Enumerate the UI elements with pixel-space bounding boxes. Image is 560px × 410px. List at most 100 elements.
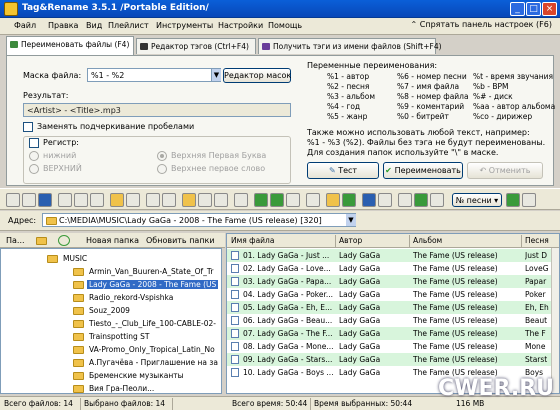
image-icon[interactable] bbox=[430, 193, 444, 207]
case-checkbox[interactable] bbox=[29, 138, 39, 148]
folder-icon bbox=[73, 385, 84, 393]
mask-dropdown-arrow-icon[interactable]: ▼ bbox=[211, 69, 221, 81]
table-row[interactable]: 08. Lady GaGa - Mone... Lady GaGa The Fame… bbox=[227, 340, 559, 353]
song-number-dropdown[interactable]: № песни ▾ bbox=[452, 193, 502, 207]
tree-item[interactable]: Бременские музыканты bbox=[1, 370, 221, 383]
play-next-icon[interactable] bbox=[270, 193, 284, 207]
hide-settings-panel-button[interactable]: ⌃ Спрятать панель настроек (F6) bbox=[411, 20, 553, 29]
tree-item[interactable]: VA-Promo_Only_Tropical_Latin_No bbox=[1, 344, 221, 357]
music-note-icon[interactable] bbox=[306, 193, 320, 207]
window-icon[interactable] bbox=[362, 193, 376, 207]
tree-item-label: MUSIC bbox=[63, 254, 88, 263]
tree-item[interactable]: Вия Гра-Пеоли... bbox=[1, 383, 221, 393]
table-cell: Lady GaGa bbox=[339, 277, 381, 286]
grid-vertical-scrollbar[interactable] bbox=[551, 248, 559, 393]
copy-icon[interactable] bbox=[90, 193, 104, 207]
undo-button[interactable]: ↶ Отменить bbox=[467, 162, 543, 179]
play-icon[interactable] bbox=[254, 193, 268, 207]
web-icon[interactable] bbox=[342, 193, 356, 207]
playlist-icon[interactable] bbox=[182, 193, 196, 207]
column-header-album[interactable]: Альбом bbox=[413, 236, 442, 245]
column-header-artist[interactable]: Автор bbox=[339, 236, 362, 245]
cascade-icon[interactable] bbox=[398, 193, 412, 207]
table-row[interactable]: 02. Lady GaGa - Love... Lady GaGa The Fame… bbox=[227, 262, 559, 275]
menu-playlist[interactable]: Плейлист bbox=[108, 21, 149, 30]
address-dropdown-arrow-icon[interactable]: ▼ bbox=[346, 214, 356, 226]
tree-item[interactable]: Souz_2009 bbox=[1, 305, 221, 318]
pencil-icon[interactable] bbox=[198, 193, 212, 207]
cd-icon[interactable] bbox=[326, 193, 340, 207]
stop-icon[interactable] bbox=[286, 193, 300, 207]
title-bar: Tag&Rename 3.5.1 /Portable Edition/ _ □ … bbox=[0, 0, 560, 18]
test-button[interactable]: ✎ Тест bbox=[307, 162, 379, 179]
minimize-button[interactable]: _ bbox=[510, 2, 525, 16]
var-item: %5 - жанр bbox=[327, 112, 368, 121]
table-cell: The Fame (US release) bbox=[413, 277, 498, 286]
open-folder-icon[interactable] bbox=[110, 193, 124, 207]
delete-icon[interactable] bbox=[74, 193, 88, 207]
table-row[interactable]: 09. Lady GaGa - Stars... Lady GaGa The Fam… bbox=[227, 353, 559, 366]
update-folders-button[interactable]: Обновить папки bbox=[146, 236, 215, 245]
folder-up-icon[interactable] bbox=[36, 237, 47, 245]
windows-icon[interactable] bbox=[378, 193, 392, 207]
tree-item[interactable]: Trainspotting ST bbox=[1, 331, 221, 344]
tree-item[interactable]: Armin_Van_Buuren-A_State_Of_Tr bbox=[1, 266, 221, 279]
tab-label: Редактор тэгов (Ctrl+F4) bbox=[151, 42, 249, 51]
tag-icon[interactable] bbox=[126, 193, 140, 207]
undo-tag-icon[interactable] bbox=[22, 193, 36, 207]
close-button[interactable]: × bbox=[542, 2, 557, 16]
menu-settings[interactable]: Настройки bbox=[218, 21, 263, 30]
favorites-icon[interactable] bbox=[58, 235, 70, 246]
move-up-icon[interactable] bbox=[146, 193, 160, 207]
refresh-icon[interactable] bbox=[6, 193, 20, 207]
table-row[interactable]: 07. Lady GaGa - The F... Lady GaGa The Fam… bbox=[227, 327, 559, 340]
tab-tags-from-filenames[interactable]: Получить тэги из имени файлов (Shift+F4) bbox=[258, 38, 442, 54]
var-item: %1 - автор bbox=[327, 72, 370, 81]
list-icon[interactable] bbox=[214, 193, 228, 207]
table-row[interactable]: 01. Lady GaGa - Just ... Lady GaGa The Fam… bbox=[227, 249, 559, 262]
help-icon[interactable] bbox=[522, 193, 536, 207]
chevron-up-icon: ⌃ bbox=[410, 20, 420, 29]
checklist-icon[interactable] bbox=[414, 193, 428, 207]
column-header-filename[interactable]: Имя файла bbox=[231, 236, 274, 245]
case-lower-radio[interactable] bbox=[29, 151, 39, 161]
case-upper-radio[interactable] bbox=[29, 164, 39, 174]
table-cell: The Fame (US release) bbox=[413, 303, 498, 312]
table-row[interactable]: 03. Lady GaGa - Papa... Lady GaGa The Fame… bbox=[227, 275, 559, 288]
case-capitalize-radio[interactable] bbox=[157, 151, 167, 161]
menu-edit[interactable]: Правка bbox=[48, 21, 78, 30]
tree-item[interactable]: Radio_rekord-Vspishka bbox=[1, 292, 221, 305]
column-header-title[interactable]: Песня bbox=[525, 236, 549, 245]
tab-tag-editor[interactable]: Редактор тэгов (Ctrl+F4) bbox=[136, 38, 256, 54]
case-upper-label: ВЕРХНИЙ bbox=[43, 164, 82, 173]
table-cell: Lady GaGa bbox=[339, 342, 381, 351]
mask-editor-button[interactable]: Редактор масок bbox=[223, 68, 291, 83]
tree-item-root[interactable]: MUSIC bbox=[1, 253, 221, 266]
menu-file[interactable]: Файл bbox=[14, 21, 36, 30]
menu-tools[interactable]: Инструменты bbox=[156, 21, 213, 30]
tree-item[interactable]: А.Пугачёва - Приглашение на за bbox=[1, 357, 221, 370]
tree-item-label: Souz_2009 bbox=[89, 306, 130, 315]
hide-panel-label: Спрятать панель настроек (F6) bbox=[419, 20, 552, 29]
mask-input[interactable]: %1 - %2 bbox=[87, 68, 221, 82]
grid-icon[interactable] bbox=[234, 193, 248, 207]
case-first-word-radio[interactable] bbox=[157, 164, 167, 174]
new-folder-button[interactable]: Новая папка bbox=[86, 236, 139, 245]
replace-underscore-checkbox[interactable] bbox=[23, 122, 33, 132]
tree-item-selected[interactable]: Lady GaGa - 2008 - The Fame (US bbox=[1, 279, 221, 292]
test-icon: ✎ bbox=[328, 166, 339, 175]
table-row[interactable]: 04. Lady GaGa - Poker... Lady GaGa The Fam… bbox=[227, 288, 559, 301]
maximize-button[interactable]: □ bbox=[526, 2, 541, 16]
edit-icon[interactable] bbox=[58, 193, 72, 207]
save-icon[interactable] bbox=[38, 193, 52, 207]
sort-icon[interactable] bbox=[506, 193, 520, 207]
menu-help[interactable]: Помощь bbox=[268, 21, 302, 30]
table-row[interactable]: 05. Lady GaGa - Eh, E... Lady GaGa The Fam… bbox=[227, 301, 559, 314]
menu-view[interactable]: Вид bbox=[86, 21, 102, 30]
address-input[interactable]: C:\MEDIA\MUSIC\Lady GaGa - 2008 - The Fa… bbox=[42, 213, 356, 227]
tree-item[interactable]: Tiesto_-_Club_Life_100-CABLE-02- bbox=[1, 318, 221, 331]
rename-button[interactable]: ✔ Переименовать bbox=[383, 162, 463, 179]
table-row[interactable]: 06. Lady GaGa - Beau... Lady GaGa The Fame… bbox=[227, 314, 559, 327]
move-down-icon[interactable] bbox=[162, 193, 176, 207]
tab-rename-files[interactable]: Переименовать файлы (F4) bbox=[6, 36, 134, 55]
